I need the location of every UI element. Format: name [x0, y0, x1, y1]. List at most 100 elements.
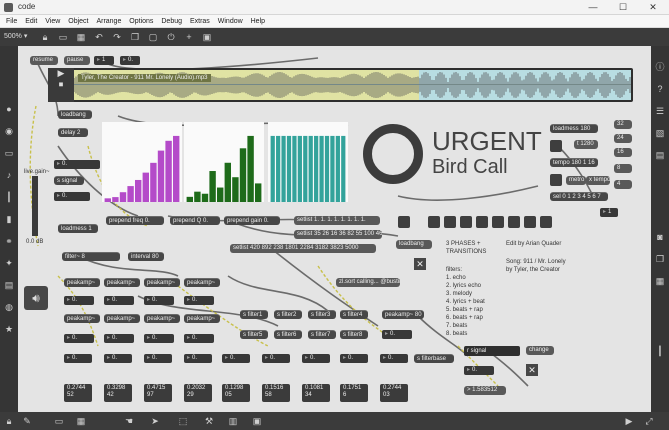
- select-icon[interactable]: ⬚: [178, 416, 188, 426]
- grid-icon[interactable]: ▦: [76, 32, 86, 42]
- chart-2-bar-0[interactable]: [270, 135, 275, 202]
- step-button-2[interactable]: [444, 216, 456, 228]
- message-icon[interactable]: ◉: [4, 126, 14, 136]
- chart-2-bar-7[interactable]: [308, 135, 313, 202]
- step-button-4[interactable]: [476, 216, 488, 228]
- select-object[interactable]: sel 0 1 2 3 4 5 6 7: [550, 192, 608, 201]
- peakamp-5[interactable]: peakamp~: [64, 314, 100, 323]
- step-button-5[interactable]: [492, 216, 504, 228]
- preset-16[interactable]: 16: [614, 148, 632, 157]
- zl-object[interactable]: t 1280: [574, 140, 598, 149]
- preset-4[interactable]: 4: [614, 180, 632, 189]
- chart-0-bar-4[interactable]: [135, 179, 142, 202]
- chart-2-bar-4[interactable]: [292, 135, 297, 202]
- peak-out-1[interactable]: 0.: [64, 354, 92, 363]
- loadbang-2[interactable]: loadbang: [396, 240, 432, 249]
- peakamp-2[interactable]: peakamp~: [104, 278, 140, 287]
- peak-out-8[interactable]: 0.: [340, 354, 368, 363]
- peak-out-6[interactable]: 0.: [262, 354, 290, 363]
- chart-1-bar-1[interactable]: [194, 191, 201, 202]
- menu-object[interactable]: Object: [68, 15, 88, 28]
- chart-0-bar-7[interactable]: [157, 150, 165, 202]
- peak-out-2[interactable]: 0.: [104, 354, 132, 363]
- link-icon[interactable]: ⚭: [4, 236, 14, 246]
- add-icon[interactable]: +: [184, 32, 194, 42]
- preset-32[interactable]: 32: [614, 120, 632, 129]
- number-box-1[interactable]: 0.: [54, 160, 100, 169]
- list-icon[interactable]: ☰: [655, 106, 665, 116]
- paste-icon[interactable]: ▢: [148, 32, 158, 42]
- chat-icon[interactable]: ▭: [54, 416, 64, 426]
- chart-0-bar-6[interactable]: [150, 162, 157, 202]
- dsp-icon[interactable]: ⏻: [166, 32, 176, 42]
- peak-out-7[interactable]: 0.: [302, 354, 330, 363]
- wrench-icon[interactable]: ⚒: [204, 416, 214, 426]
- signal-slider[interactable]: r signal: [464, 346, 520, 356]
- change-object[interactable]: change: [526, 346, 554, 355]
- chart-2-bar-6[interactable]: [303, 135, 308, 202]
- help-icon[interactable]: ?: [655, 84, 665, 94]
- menu-help[interactable]: Help: [251, 15, 265, 28]
- value-box-7[interactable]: 0.1081 34: [302, 384, 330, 402]
- metro-button[interactable]: metro: [566, 176, 586, 185]
- value-box-5[interactable]: 0.1298 05: [222, 384, 250, 402]
- chart-0-bar-2[interactable]: [119, 192, 127, 202]
- peak-out-4[interactable]: 0.: [184, 354, 212, 363]
- value-box-8[interactable]: 0.1751 6: [340, 384, 368, 402]
- play-bottom-icon[interactable]: ▶: [624, 416, 634, 426]
- menu-extras[interactable]: Extras: [190, 15, 210, 28]
- interval-object[interactable]: interval 80: [128, 252, 164, 261]
- step-button-6[interactable]: [508, 216, 520, 228]
- undo-icon[interactable]: ↶: [94, 32, 104, 42]
- tempo-object[interactable]: tempo 180 1 16: [550, 158, 598, 167]
- new-patcher-icon[interactable]: ▣: [202, 32, 212, 42]
- zl-word-message[interactable]: zl.sort calling... @busting: [336, 278, 400, 287]
- chart-1-bar-0[interactable]: [186, 196, 193, 202]
- peak-value-7[interactable]: 0.: [144, 334, 174, 343]
- setlist-gain[interactable]: setlist 1. 1. 1. 1. 1. 1. 1. 1.: [294, 216, 380, 225]
- chart-2-bar-9[interactable]: [319, 135, 324, 202]
- prepend-freq[interactable]: prepend freq 0.: [106, 216, 164, 225]
- menu-edit[interactable]: Edit: [25, 15, 37, 28]
- comment-icon[interactable]: ▭: [4, 148, 14, 158]
- loadmess-tempo[interactable]: loadmess 180: [550, 124, 598, 133]
- star-icon[interactable]: ★: [4, 324, 14, 334]
- filter-send-5[interactable]: s filter5: [240, 330, 268, 339]
- chart-1-bar-7[interactable]: [239, 148, 247, 202]
- chart-0-bar-1[interactable]: [112, 197, 119, 202]
- peakamp-1[interactable]: peakamp~: [64, 278, 100, 287]
- filterbase-send[interactable]: s filterbase: [414, 354, 454, 363]
- chart-0-bar-3[interactable]: [127, 186, 134, 202]
- xtempo-button[interactable]: x tempo: [586, 176, 610, 185]
- menu-options[interactable]: Options: [129, 15, 153, 28]
- mixer-result[interactable]: > 1.583512: [464, 386, 506, 395]
- waveform-display[interactable]: ▶ ⏹ Tyler, The Creator - 911 Mr. Lonely (…: [48, 68, 633, 102]
- note-icon[interactable]: ♪: [4, 170, 14, 180]
- grid-bottom-icon[interactable]: ▦: [76, 416, 86, 426]
- menu-file[interactable]: File: [6, 15, 17, 28]
- menu-arrange[interactable]: Arrange: [96, 15, 121, 28]
- filter-send-3[interactable]: s filter3: [308, 310, 336, 319]
- value-box-1[interactable]: 0.2744 52: [64, 384, 92, 402]
- transport-number-2[interactable]: 0.: [120, 56, 140, 65]
- chart-2-bar-1[interactable]: [276, 135, 281, 202]
- presentation-icon[interactable]: ▭: [58, 32, 68, 42]
- resume-button[interactable]: resume: [30, 56, 58, 65]
- minimize-button[interactable]: —: [578, 0, 608, 15]
- keyboard-icon[interactable]: ▤: [4, 280, 14, 290]
- play-icon[interactable]: ▶ ⏹: [48, 68, 74, 102]
- peak-value-6[interactable]: 0.: [104, 334, 134, 343]
- chart-0-bar-5[interactable]: [142, 172, 149, 202]
- chart-2-bar-8[interactable]: [314, 135, 319, 202]
- value-box-9[interactable]: 0.2744 03: [380, 384, 408, 402]
- prepend-q[interactable]: prepend Q 0.: [170, 216, 220, 225]
- peak-out-3[interactable]: 0.: [144, 354, 172, 363]
- chart-2-bar-5[interactable]: [297, 135, 302, 202]
- package-icon[interactable]: ▦: [655, 276, 665, 286]
- peak-value-3[interactable]: 0.: [144, 296, 174, 305]
- step-button-1[interactable]: [428, 216, 440, 228]
- filter-send-1[interactable]: s filter1: [240, 310, 268, 319]
- peak-value-5[interactable]: 0.: [64, 334, 94, 343]
- chart-1-bar-3[interactable]: [209, 171, 216, 202]
- live-gain-slider[interactable]: [32, 176, 38, 236]
